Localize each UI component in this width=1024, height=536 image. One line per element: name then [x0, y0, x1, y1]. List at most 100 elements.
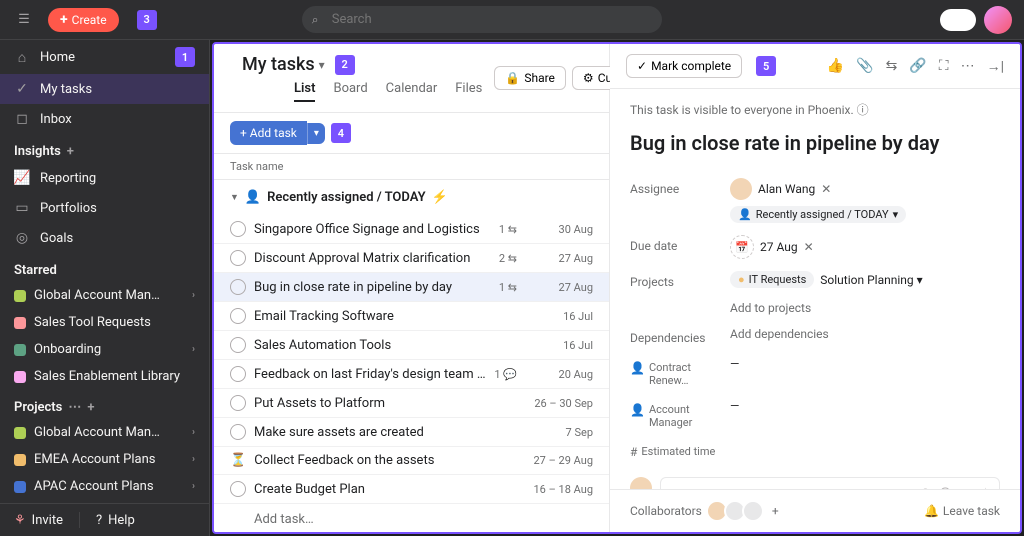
- starred-item[interactable]: Global Account Man…›: [0, 282, 209, 309]
- task-title[interactable]: Bug in close rate in pipeline by day: [630, 130, 1000, 156]
- topbar: ☰ Create 3 ⌕: [0, 0, 1024, 40]
- person-icon: 👤: [630, 361, 645, 387]
- star-icon[interactable]: ✦: [980, 486, 991, 489]
- complete-checkbox[interactable]: [230, 337, 246, 353]
- task-date: 20 Aug: [525, 368, 593, 381]
- tab-list[interactable]: List: [294, 81, 315, 102]
- project-item[interactable]: APAC Account Plans›: [0, 473, 209, 500]
- add-dependencies[interactable]: Add dependencies: [730, 327, 829, 341]
- task-meta: 1 ⇆: [499, 223, 517, 236]
- more-icon[interactable]: ⋯: [961, 58, 975, 75]
- complete-checkbox[interactable]: [230, 395, 246, 411]
- tour-badge-1: 1: [175, 47, 195, 67]
- create-button[interactable]: Create: [48, 8, 119, 32]
- complete-checkbox[interactable]: [230, 481, 246, 497]
- chevron-down-icon[interactable]: ▾: [319, 58, 325, 72]
- like-icon[interactable]: 👍: [827, 58, 844, 75]
- add-collaborator[interactable]: +: [772, 504, 779, 518]
- subtask-icon[interactable]: ⇆: [886, 58, 898, 75]
- record-icon[interactable]: ◉: [920, 486, 931, 489]
- close-icon[interactable]: →|: [987, 58, 1004, 75]
- comment-avatar: [630, 477, 652, 489]
- assignee-avatar[interactable]: [730, 178, 752, 200]
- tab-calendar[interactable]: Calendar: [386, 81, 438, 102]
- task-name: Email Tracking Software: [254, 309, 517, 324]
- task-row[interactable]: Create Budget Plan16 – 18 Aug: [214, 475, 609, 504]
- nav-goals[interactable]: ◎Goals: [0, 223, 209, 253]
- leave-task-button[interactable]: 🔔Leave task: [924, 504, 1000, 518]
- remove-due-date[interactable]: ✕: [804, 240, 814, 254]
- column-header-name: Task name: [214, 154, 609, 180]
- nav-inbox[interactable]: ◻Inbox: [0, 104, 209, 134]
- complete-checkbox[interactable]: [230, 308, 246, 324]
- add-insight[interactable]: +: [67, 144, 74, 159]
- share-button[interactable]: 🔒Share: [494, 66, 566, 90]
- hourglass-icon: ⏳: [230, 453, 246, 468]
- link-icon[interactable]: 🔗: [909, 58, 926, 75]
- comment-input[interactable]: Ask a question or post an update… ◉ @ ☺ …: [660, 477, 1000, 489]
- starred-item[interactable]: Sales Enablement Library: [0, 363, 209, 390]
- task-row[interactable]: ⏳Collect Feedback on the assets27 – 29 A…: [214, 447, 609, 475]
- invite-button[interactable]: ⚘Invite: [14, 513, 63, 528]
- bell-icon: 🔔: [924, 504, 939, 518]
- starred-item[interactable]: Onboarding›: [0, 336, 209, 363]
- task-name: Collect Feedback on the assets: [254, 453, 517, 468]
- nav-reporting[interactable]: 📈Reporting: [0, 163, 209, 193]
- task-row[interactable]: Sales Automation Tools16 Jul: [214, 331, 609, 360]
- starred-item[interactable]: Sales Tool Requests: [0, 309, 209, 336]
- user-avatar[interactable]: [984, 6, 1012, 34]
- task-row[interactable]: Email Tracking Software16 Jul: [214, 302, 609, 331]
- home-icon: ⌂: [14, 49, 30, 65]
- project-item[interactable]: Global Account Man…›: [0, 419, 209, 446]
- task-date: 26 – 30 Sep: [525, 397, 593, 410]
- project-chip[interactable]: Solution Planning ▾: [820, 273, 922, 287]
- task-row[interactable]: Put Assets to Platform26 – 30 Sep: [214, 389, 609, 418]
- help-button[interactable]: ?Help: [96, 513, 135, 528]
- task-row[interactable]: Discount Approval Matrix clarification2 …: [214, 244, 609, 273]
- section-chip[interactable]: 👤 Recently assigned / TODAY ▾: [730, 206, 906, 223]
- remove-assignee[interactable]: ✕: [821, 182, 831, 196]
- project-chip[interactable]: IT Requests: [730, 271, 814, 288]
- mark-complete-button[interactable]: ✓Mark complete: [626, 54, 742, 78]
- due-date-label: Due date: [630, 235, 730, 253]
- info-icon[interactable]: ⓘ: [857, 103, 869, 117]
- tab-files[interactable]: Files: [455, 81, 482, 102]
- triangle-down-icon: ▼: [230, 192, 239, 203]
- collaborator-avatar[interactable]: [742, 500, 764, 522]
- nav-portfolios[interactable]: ▭Portfolios: [0, 193, 209, 223]
- add-task-button[interactable]: + Add task: [230, 121, 307, 145]
- task-name: Discount Approval Matrix clarification: [254, 251, 491, 266]
- chevron-right-icon: ›: [192, 290, 195, 301]
- complete-checkbox[interactable]: [230, 424, 246, 440]
- help-icon: ?: [96, 513, 102, 528]
- nav-mytasks[interactable]: ✓My tasks: [0, 74, 209, 104]
- tab-board[interactable]: Board: [333, 81, 367, 102]
- add-project[interactable]: +: [87, 400, 94, 415]
- projects-menu[interactable]: ⋯: [68, 400, 81, 415]
- mention-icon[interactable]: @: [939, 486, 951, 489]
- add-task-row[interactable]: Add task…: [214, 504, 609, 532]
- task-row[interactable]: Singapore Office Signage and Logistics1 …: [214, 215, 609, 244]
- complete-checkbox[interactable]: [230, 279, 246, 295]
- nav-home[interactable]: ⌂Home1: [0, 40, 209, 74]
- due-date-value[interactable]: 27 Aug: [760, 240, 798, 254]
- task-row[interactable]: Bug in close rate in pipeline by day1 ⇆2…: [214, 273, 609, 302]
- complete-checkbox[interactable]: [230, 221, 246, 237]
- complete-checkbox[interactable]: [230, 250, 246, 266]
- menu-icon[interactable]: ☰: [12, 8, 36, 32]
- project-item[interactable]: EMEA Account Plans›: [0, 446, 209, 473]
- visibility-notice: This task is visible to everyone in Phoe…: [630, 101, 1000, 118]
- calendar-icon[interactable]: 📅: [730, 235, 754, 259]
- add-task-dropdown[interactable]: ▾: [307, 123, 325, 144]
- section-recently-assigned[interactable]: ▼👤 Recently assigned / TODAY ⚡: [214, 180, 609, 215]
- task-row[interactable]: Make sure assets are created7 Sep: [214, 418, 609, 447]
- fullscreen-icon[interactable]: ⛶: [939, 58, 949, 75]
- assignee-name[interactable]: Alan Wang: [758, 182, 815, 196]
- search-input[interactable]: [302, 6, 662, 33]
- complete-checkbox[interactable]: [230, 366, 246, 382]
- add-to-projects[interactable]: Add to projects: [730, 301, 811, 315]
- emoji-icon[interactable]: ☺: [959, 486, 972, 489]
- toggle[interactable]: [940, 9, 976, 31]
- attachment-icon[interactable]: 📎: [856, 58, 873, 75]
- task-row[interactable]: Feedback on last Friday's design team pr…: [214, 360, 609, 389]
